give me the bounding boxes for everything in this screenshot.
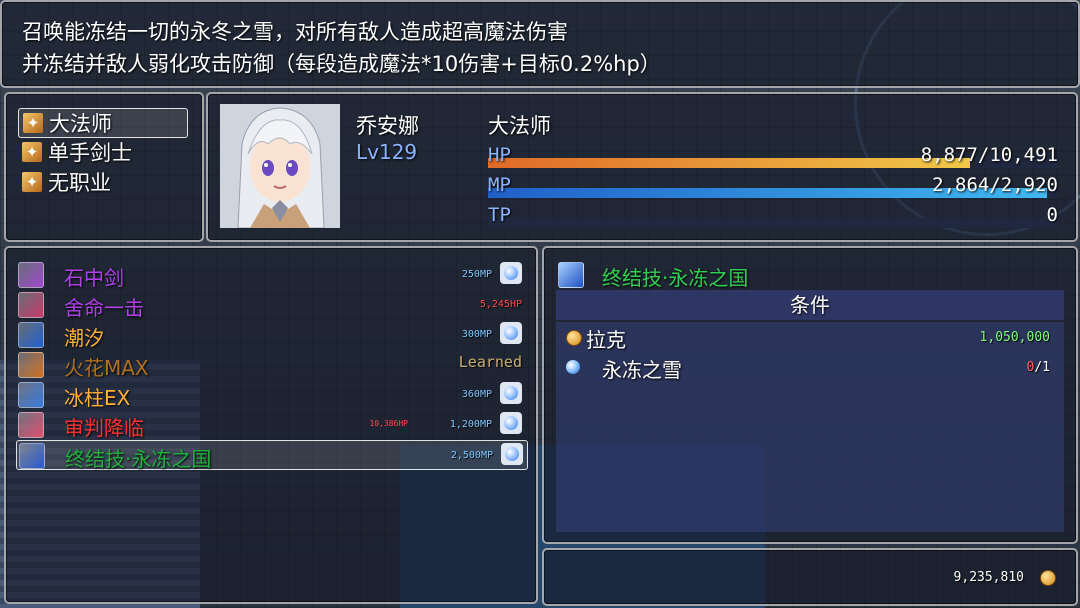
class-label: 单手剑士 bbox=[48, 141, 132, 165]
hp-gauge-fill bbox=[488, 158, 971, 168]
requirement-row-empty bbox=[556, 382, 1064, 412]
frost-orb-icon bbox=[566, 360, 580, 374]
skill-item[interactable]: 石中剑 250MP bbox=[16, 260, 526, 290]
skill-item[interactable]: 火花MAX Learned bbox=[16, 350, 526, 380]
spark-icon bbox=[18, 352, 44, 378]
ice-pillar-icon bbox=[18, 382, 44, 408]
skill-name: 火花MAX bbox=[64, 356, 149, 380]
heart-strike-icon bbox=[18, 292, 44, 318]
judgment-icon bbox=[18, 412, 44, 438]
skill-item[interactable]: 舍命一击 5,245HP bbox=[16, 290, 526, 320]
class-label: 大法师 bbox=[49, 112, 112, 136]
class-item-archmage[interactable]: ✦ 大法师 bbox=[18, 108, 188, 138]
class-item-none[interactable]: ✦ 无职业 bbox=[18, 168, 186, 196]
requirements-header: 条件 bbox=[556, 290, 1064, 320]
actor-class: 大法师 bbox=[488, 114, 551, 138]
skill-cost: Learned bbox=[458, 353, 522, 371]
skill-cost: 300MP bbox=[461, 329, 492, 340]
requirement-row: 拉克 1,050,000 bbox=[556, 322, 1064, 352]
requirement-value: 0/1 bbox=[1027, 360, 1050, 375]
mp-orb-icon bbox=[500, 382, 522, 404]
hp-value: 8,877/10,491 bbox=[920, 144, 1058, 166]
requirement-name: 拉克 bbox=[586, 328, 626, 352]
skill-detail-window: 终结技·永冻之国 条件 拉克 1,050,000 永冻之雪 0/1 bbox=[542, 246, 1078, 544]
eternal-frost-icon bbox=[19, 443, 45, 469]
class-emblem-icon: ✦ bbox=[23, 113, 43, 133]
coin-icon bbox=[566, 330, 582, 346]
hp-label: HP bbox=[488, 144, 511, 166]
skill-name: 石中剑 bbox=[64, 266, 124, 290]
coin-icon bbox=[1040, 570, 1056, 586]
class-list-window: ✦ 大法师 ✦ 单手剑士 ✦ 无职业 bbox=[4, 92, 204, 242]
mp-value: 2,864/2,920 bbox=[932, 174, 1058, 196]
gold-window: 9,235,810 bbox=[542, 548, 1078, 606]
mp-orb-icon bbox=[500, 412, 522, 434]
skill-cost: 360MP bbox=[461, 389, 492, 400]
detail-title: 终结技·永冻之国 bbox=[602, 266, 749, 290]
requirement-value: 1,050,000 bbox=[979, 330, 1050, 345]
mp-gauge: MP 2,864/2,920 bbox=[488, 172, 1058, 200]
class-emblem-icon: ✦ bbox=[22, 142, 42, 162]
skill-cost: 250MP bbox=[461, 269, 492, 280]
help-line-1: 召唤能冻结一切的永冬之雪，对所有敌人造成超高魔法伤害 bbox=[22, 20, 568, 44]
mp-label: MP bbox=[488, 174, 511, 196]
tp-gauge: TP 0 bbox=[488, 202, 1058, 230]
skill-item[interactable]: 冰柱EX 360MP bbox=[16, 380, 526, 410]
skill-cost: 5,245HP bbox=[479, 299, 522, 310]
tp-value: 0 bbox=[1046, 204, 1058, 226]
skill-name: 审判降临 bbox=[64, 416, 144, 440]
tp-gauge-track bbox=[488, 218, 1058, 228]
requirement-name: 永冻之雪 bbox=[602, 358, 682, 382]
requirement-row: 永冻之雪 0/1 bbox=[556, 352, 1064, 382]
class-item-swordsman[interactable]: ✦ 单手剑士 bbox=[18, 138, 186, 166]
skill-name: 终结技·永冻之国 bbox=[65, 447, 212, 471]
help-window: 召唤能冻结一切的永冬之雪，对所有敌人造成超高魔法伤害 并冻结并敌人弱化攻击防御（… bbox=[0, 0, 1080, 88]
class-emblem-icon: ✦ bbox=[22, 172, 42, 192]
help-line-2: 并冻结并敌人弱化攻击防御（每段造成魔法*10伤害+目标0.2%hp） bbox=[22, 52, 661, 76]
gold-value: 9,235,810 bbox=[953, 570, 1024, 585]
skill-cost: 1,200MP bbox=[449, 419, 492, 430]
mp-orb-icon bbox=[501, 443, 523, 465]
skill-name: 舍命一击 bbox=[64, 296, 144, 320]
tp-label: TP bbox=[488, 204, 511, 226]
skill-item-selected[interactable]: 终结技·永冻之国 2,500MP bbox=[16, 440, 528, 471]
skill-hp-cost: 10,386HP bbox=[369, 419, 408, 428]
actor-status-window: 乔安娜 Lv129 大法师 HP 8,877/10,491 MP 2,864/2… bbox=[206, 92, 1078, 242]
class-label: 无职业 bbox=[48, 171, 111, 195]
requirement-need: /1 bbox=[1034, 360, 1050, 375]
hp-gauge: HP 8,877/10,491 bbox=[488, 142, 1058, 170]
actor-level: Lv129 bbox=[356, 140, 418, 164]
eternal-frost-icon bbox=[558, 262, 584, 288]
actor-name: 乔安娜 bbox=[356, 114, 419, 138]
requirement-row-empty bbox=[556, 502, 1064, 532]
skill-item[interactable]: 潮汐 300MP bbox=[16, 320, 526, 350]
mp-orb-icon bbox=[500, 262, 522, 284]
requirement-row-empty bbox=[556, 442, 1064, 472]
sword-stone-icon bbox=[18, 262, 44, 288]
skill-name: 冰柱EX bbox=[64, 386, 131, 410]
requirement-row-empty bbox=[556, 472, 1064, 502]
skill-list-window: 石中剑 250MP 舍命一击 5,245HP 潮汐 300MP 火花MAX Le… bbox=[4, 246, 538, 604]
skill-cost: 2,500MP bbox=[450, 450, 493, 461]
skill-item[interactable]: 审判降临 10,386HP 1,200MP bbox=[16, 410, 526, 440]
tide-icon bbox=[18, 322, 44, 348]
skill-name: 潮汐 bbox=[64, 326, 104, 350]
requirement-row-empty bbox=[556, 412, 1064, 442]
mp-orb-icon bbox=[500, 322, 522, 344]
actor-portrait bbox=[220, 104, 340, 228]
